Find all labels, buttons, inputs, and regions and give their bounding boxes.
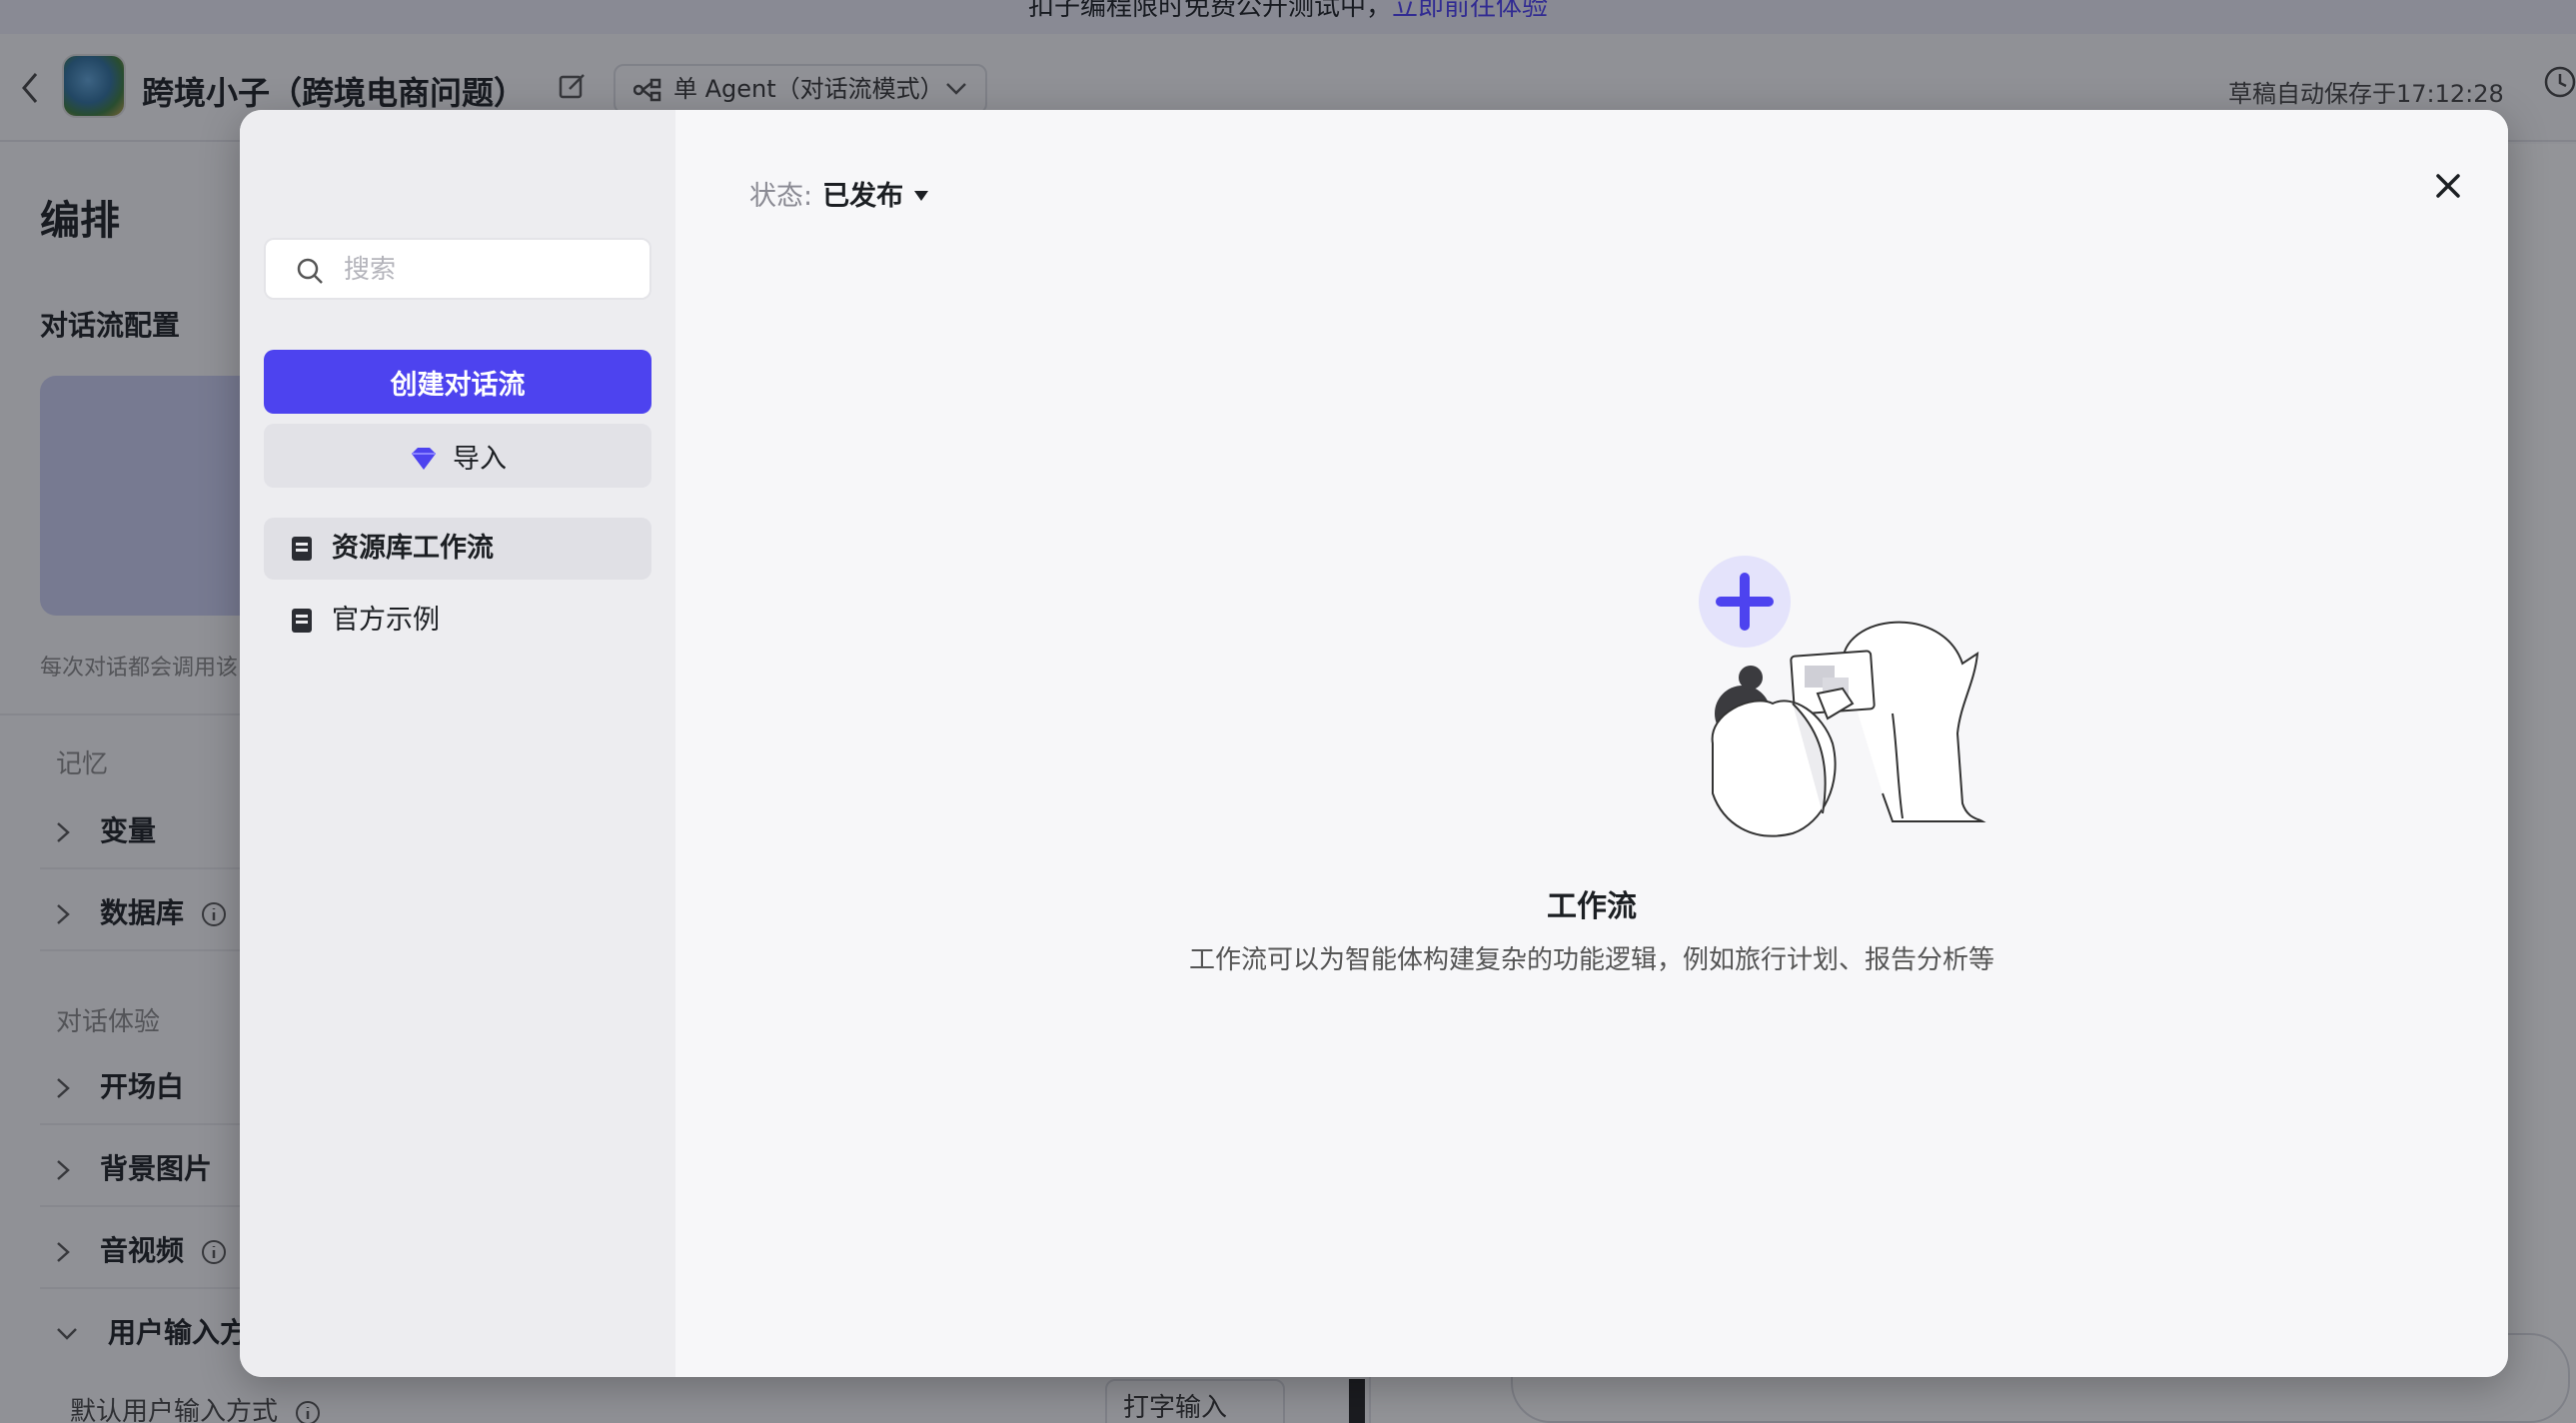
- gem-icon: [412, 447, 436, 470]
- add-workflow-modal: 创建对话流 导入 资源库工作流 官方示例 状态: 已发布: [240, 110, 2508, 1377]
- create-chatflow-button[interactable]: 创建对话流: [264, 350, 651, 414]
- import-label: 导入: [453, 443, 507, 475]
- empty-title: 工作流: [1547, 889, 1637, 924]
- document-icon: [292, 609, 312, 633]
- search-icon: [297, 258, 323, 284]
- search-input[interactable]: [344, 248, 634, 292]
- workflow-illustration: [1699, 556, 1986, 837]
- document-icon: [292, 537, 312, 561]
- modal-sidebar: 创建对话流 导入 资源库工作流 官方示例: [240, 110, 675, 1377]
- status-value: 已发布: [822, 181, 904, 212]
- close-icon[interactable]: [2424, 162, 2472, 210]
- nav-official-examples[interactable]: 官方示例: [264, 590, 651, 652]
- empty-description: 工作流可以为智能体构建复杂的功能逻辑，例如旅行计划、报告分析等: [1188, 945, 1994, 975]
- caret-down-icon: [914, 191, 929, 201]
- status-label: 状态:: [749, 181, 813, 212]
- modal-content: 状态: 已发布 工作流 工作流可以为智能体构建复杂的功能逻辑，例如旅行计划、报告分…: [675, 110, 2508, 1377]
- nav-examples-label: 官方示例: [332, 605, 440, 636]
- nav-library-workflows[interactable]: 资源库工作流: [264, 518, 651, 580]
- nav-library-label: 资源库工作流: [332, 533, 494, 564]
- search-box[interactable]: [264, 238, 651, 300]
- import-button[interactable]: 导入: [264, 424, 651, 488]
- status-filter[interactable]: 状态: 已发布: [749, 174, 929, 213]
